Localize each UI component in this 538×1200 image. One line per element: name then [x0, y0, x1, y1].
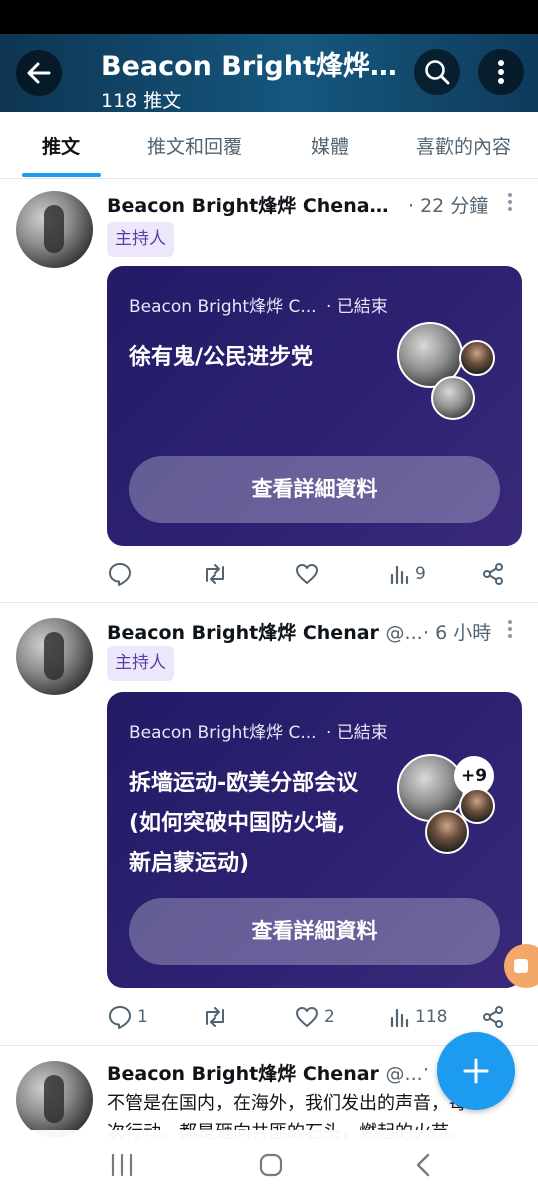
- comment-icon: [109, 1006, 131, 1029]
- tab-posts[interactable]: 推文: [42, 132, 80, 159]
- space-title-line: (如何突破中国防火墙,: [129, 811, 346, 836]
- tab-media[interactable]: 媒體: [311, 132, 349, 159]
- header-title: Beacon Bright烽烨 C...: [101, 51, 401, 82]
- share-button[interactable]: [481, 559, 505, 589]
- recent-apps-icon[interactable]: [110, 1152, 134, 1178]
- like-button[interactable]: 2: [294, 1002, 335, 1032]
- space-host: Beacon Bright烽烨 C...: [129, 297, 317, 317]
- tab-likes[interactable]: 喜歡的內容: [416, 132, 511, 159]
- space-status: · 已結束: [326, 297, 388, 317]
- avatar[interactable]: [16, 618, 93, 695]
- tweet[interactable]: Beacon Bright烽烨 Chenar @... · 6 小時 主持人 B…: [0, 604, 538, 1046]
- more-vertical-icon: [498, 60, 504, 84]
- host-badge: 主持人: [107, 646, 174, 681]
- more-options-button[interactable]: [478, 49, 524, 95]
- tweet-time: · 22 分鐘: [408, 195, 489, 217]
- space-title-line: 新启蒙运动): [129, 851, 250, 876]
- author-display-name: Beacon Bright烽烨 Chenar: [107, 622, 379, 644]
- view-details-button[interactable]: 查看詳細資料: [129, 898, 500, 965]
- participant-avatar: [425, 810, 469, 854]
- like-button[interactable]: [294, 559, 324, 589]
- search-icon: [425, 60, 450, 85]
- share-icon: [483, 563, 503, 585]
- status-bar: [0, 0, 538, 34]
- retweet-button[interactable]: [201, 559, 233, 589]
- views-button[interactable]: 118: [389, 1002, 447, 1032]
- system-navigation-bar: [0, 1130, 538, 1200]
- reply-button[interactable]: [107, 559, 137, 589]
- compose-button[interactable]: [437, 1032, 515, 1110]
- like-count: 2: [324, 1007, 335, 1027]
- active-tab-indicator: [22, 173, 101, 177]
- header-post-count: 118 推文: [101, 90, 182, 112]
- participant-avatar: [431, 376, 475, 420]
- tab-replies[interactable]: 推文和回覆: [147, 132, 242, 159]
- comment-icon: [109, 563, 131, 586]
- heart-icon: [296, 564, 318, 584]
- tweet-more-icon[interactable]: [506, 193, 514, 213]
- retweet-button[interactable]: [201, 1002, 233, 1032]
- share-button[interactable]: [481, 1002, 505, 1032]
- retweet-icon: [206, 564, 224, 584]
- tweet-more-icon[interactable]: [506, 620, 514, 640]
- tweet[interactable]: Beacon Bright烽烨 Chenar ... · 22 分鐘 主持人 B…: [0, 179, 538, 603]
- search-button[interactable]: [414, 49, 460, 95]
- retweet-icon: [206, 1007, 224, 1027]
- view-count: 9: [415, 564, 426, 584]
- space-card[interactable]: Beacon Bright烽烨 C... · 已結束 拆墙运动-欧美分部会议 (…: [107, 692, 522, 988]
- tweet-actions: 9: [107, 559, 527, 589]
- view-details-button[interactable]: 查看詳細資料: [129, 456, 500, 523]
- views-button[interactable]: 9: [389, 559, 426, 589]
- author-name[interactable]: Beacon Bright烽烨 Chenar ...: [107, 191, 397, 218]
- plus-icon: [463, 1058, 489, 1084]
- reply-count: 1: [137, 1007, 148, 1027]
- back-button[interactable]: [16, 50, 62, 96]
- tweet-actions: 1 2 118: [107, 1002, 527, 1032]
- share-icon: [483, 1006, 503, 1028]
- profile-header: Beacon Bright烽烨 C... 118 推文: [0, 34, 538, 112]
- bar-chart-icon: [390, 565, 409, 585]
- host-badge: 主持人: [107, 222, 174, 257]
- avatar[interactable]: [16, 191, 93, 268]
- space-status: · 已結束: [326, 723, 388, 743]
- tweet-time: · 6 小時: [423, 622, 492, 644]
- view-count: 118: [415, 1007, 448, 1027]
- space-card[interactable]: Beacon Bright烽烨 C... · 已結束 徐有鬼/公民进步党 查看詳…: [107, 266, 522, 546]
- space-title-line: 拆墙运动-欧美分部会议: [129, 771, 359, 796]
- participant-avatar: [459, 340, 495, 376]
- reply-button[interactable]: 1: [107, 1002, 148, 1032]
- profile-tabs: 推文 推文和回覆 媒體 喜歡的內容: [0, 112, 538, 179]
- author-display-name: Beacon Bright烽烨 Chenar: [107, 1063, 379, 1085]
- back-nav-icon[interactable]: [414, 1152, 432, 1178]
- bar-chart-icon: [390, 1008, 409, 1028]
- space-title: 徐有鬼/公民进步党: [129, 345, 314, 370]
- space-host: Beacon Bright烽烨 C...: [129, 723, 317, 743]
- author-name[interactable]: Beacon Bright烽烨 Chenar @...: [107, 1059, 423, 1086]
- author-name[interactable]: Beacon Bright烽烨 Chenar @...: [107, 618, 423, 645]
- avatar[interactable]: [16, 1061, 93, 1138]
- home-icon[interactable]: [258, 1152, 284, 1178]
- heart-icon: [296, 1007, 318, 1027]
- arrow-left-icon: [27, 62, 51, 84]
- author-handle: @...: [385, 622, 423, 644]
- author-handle: @...: [385, 1063, 423, 1085]
